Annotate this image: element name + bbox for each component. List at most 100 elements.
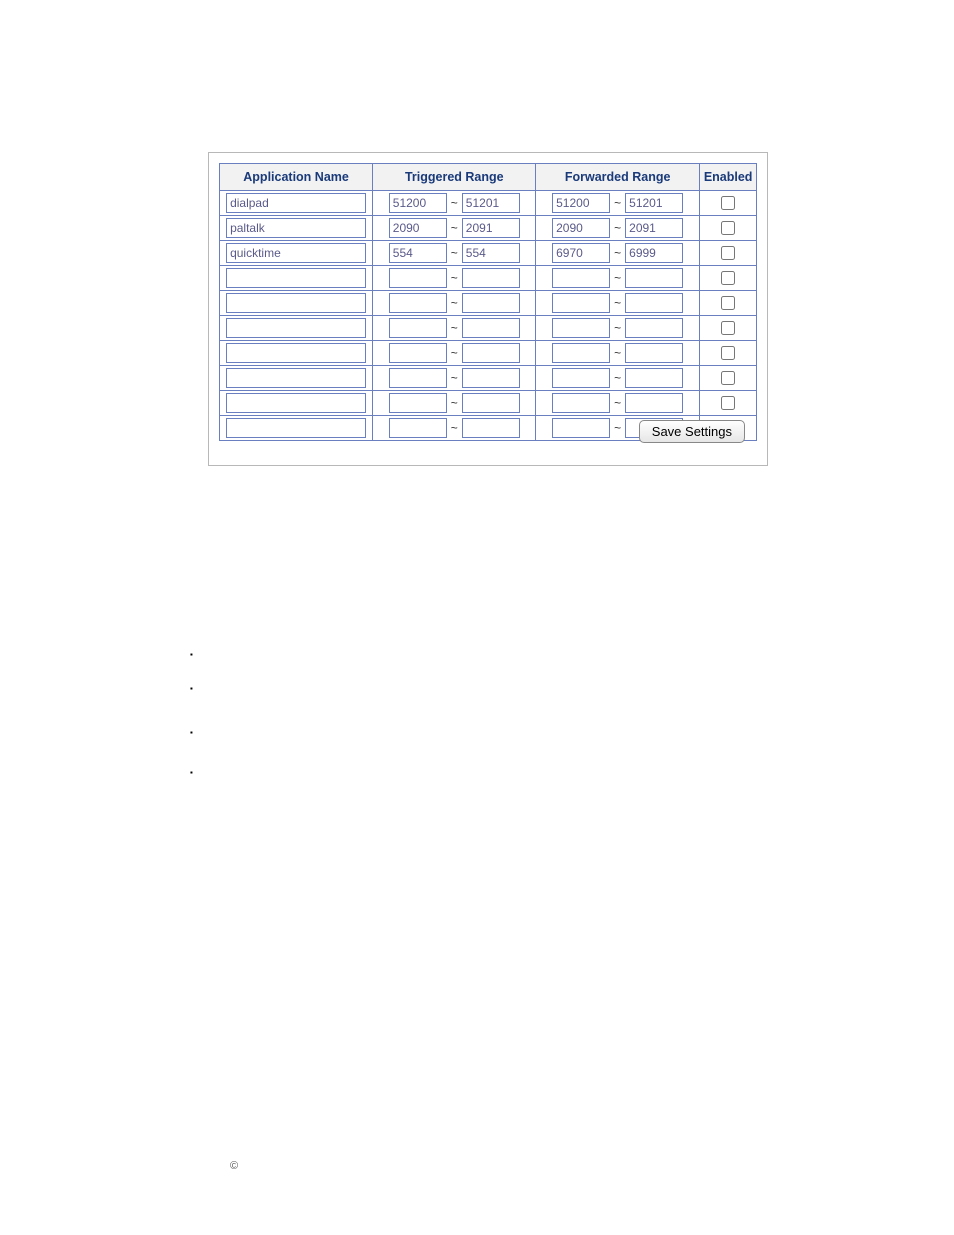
application-name-input[interactable] [226,368,366,388]
info-bullet [190,768,730,778]
range-separator: ~ [614,196,621,210]
triggered-start-input[interactable] [389,318,447,338]
table-row: ~~ [220,316,757,341]
application-name-input[interactable] [226,318,366,338]
header-enabled: Enabled [699,164,756,191]
triggered-start-input[interactable] [389,418,447,438]
triggered-end-input[interactable] [462,418,520,438]
table-header-row: Application Name Triggered Range Forward… [220,164,757,191]
forwarded-start-input[interactable] [552,368,610,388]
enabled-checkbox[interactable] [721,196,735,210]
range-separator: ~ [614,246,621,260]
forwarded-end-input[interactable] [625,393,683,413]
triggered-end-input[interactable] [462,318,520,338]
copyright-mark: © [230,1160,238,1172]
range-separator: ~ [451,346,458,360]
port-trigger-table: Application Name Triggered Range Forward… [219,163,757,441]
table-row: ~~ [220,366,757,391]
forwarded-start-input[interactable] [552,243,610,263]
triggered-end-input[interactable] [462,193,520,213]
range-separator: ~ [451,321,458,335]
save-settings-button[interactable]: Save Settings [639,420,745,443]
table-row: ~~ [220,341,757,366]
enabled-checkbox[interactable] [721,346,735,360]
range-separator: ~ [451,271,458,285]
table-row: ~~ [220,216,757,241]
triggered-start-input[interactable] [389,268,447,288]
range-separator: ~ [451,371,458,385]
info-bullet [190,650,730,660]
forwarded-end-input[interactable] [625,268,683,288]
application-name-input[interactable] [226,218,366,238]
enabled-checkbox[interactable] [721,321,735,335]
forwarded-end-input[interactable] [625,243,683,263]
triggered-start-input[interactable] [389,243,447,263]
forwarded-end-input[interactable] [625,318,683,338]
forwarded-end-input[interactable] [625,368,683,388]
range-separator: ~ [614,371,621,385]
range-separator: ~ [451,221,458,235]
info-bullet [190,684,730,694]
triggered-end-input[interactable] [462,218,520,238]
triggered-start-input[interactable] [389,368,447,388]
forwarded-start-input[interactable] [552,268,610,288]
info-bullets [190,650,730,802]
range-separator: ~ [614,296,621,310]
forwarded-start-input[interactable] [552,418,610,438]
table-row: ~~ [220,291,757,316]
enabled-checkbox[interactable] [721,246,735,260]
port-trigger-panel: Application Name Triggered Range Forward… [208,152,768,466]
table-row: ~~ [220,241,757,266]
range-separator: ~ [451,296,458,310]
triggered-end-input[interactable] [462,243,520,263]
application-name-input[interactable] [226,293,366,313]
triggered-end-input[interactable] [462,268,520,288]
forwarded-end-input[interactable] [625,343,683,363]
forwarded-start-input[interactable] [552,193,610,213]
header-triggered: Triggered Range [373,164,536,191]
table-row: ~~ [220,191,757,216]
enabled-checkbox[interactable] [721,296,735,310]
forwarded-end-input[interactable] [625,193,683,213]
table-row: ~~ [220,391,757,416]
triggered-start-input[interactable] [389,293,447,313]
enabled-checkbox[interactable] [721,396,735,410]
range-separator: ~ [451,396,458,410]
range-separator: ~ [451,196,458,210]
triggered-start-input[interactable] [389,343,447,363]
enabled-checkbox[interactable] [721,221,735,235]
triggered-start-input[interactable] [389,193,447,213]
forwarded-end-input[interactable] [625,218,683,238]
triggered-end-input[interactable] [462,293,520,313]
range-separator: ~ [614,346,621,360]
forwarded-start-input[interactable] [552,318,610,338]
triggered-end-input[interactable] [462,343,520,363]
application-name-input[interactable] [226,343,366,363]
forwarded-start-input[interactable] [552,293,610,313]
header-app: Application Name [220,164,373,191]
forwarded-start-input[interactable] [552,393,610,413]
range-separator: ~ [614,421,621,435]
forwarded-start-input[interactable] [552,218,610,238]
enabled-checkbox[interactable] [721,371,735,385]
application-name-input[interactable] [226,393,366,413]
header-forwarded: Forwarded Range [536,164,699,191]
triggered-end-input[interactable] [462,368,520,388]
info-bullet [190,728,730,738]
range-separator: ~ [451,246,458,260]
forwarded-start-input[interactable] [552,343,610,363]
triggered-end-input[interactable] [462,393,520,413]
table-row: ~~ [220,266,757,291]
forwarded-end-input[interactable] [625,293,683,313]
application-name-input[interactable] [226,243,366,263]
application-name-input[interactable] [226,268,366,288]
enabled-checkbox[interactable] [721,271,735,285]
triggered-start-input[interactable] [389,393,447,413]
range-separator: ~ [614,271,621,285]
triggered-start-input[interactable] [389,218,447,238]
range-separator: ~ [614,221,621,235]
application-name-input[interactable] [226,193,366,213]
range-separator: ~ [451,421,458,435]
range-separator: ~ [614,396,621,410]
application-name-input[interactable] [226,418,366,438]
